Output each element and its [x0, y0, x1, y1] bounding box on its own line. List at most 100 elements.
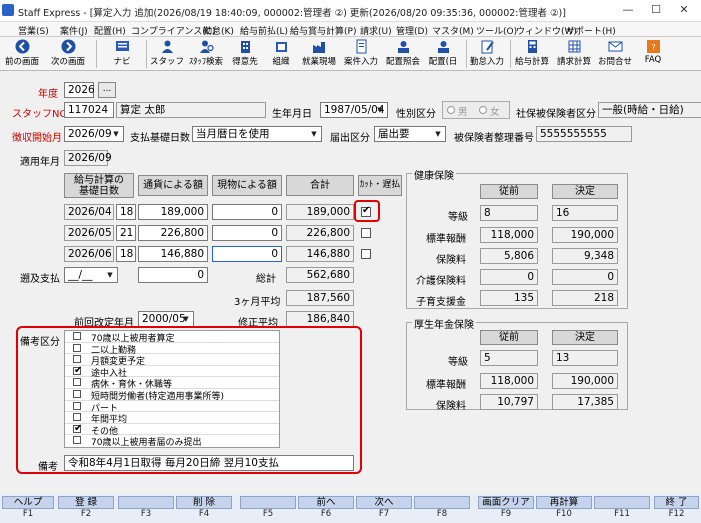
menu-assign[interactable]: 配置(H)	[94, 24, 126, 37]
row1-cut-checkbox[interactable]	[361, 205, 371, 217]
remarks-item[interactable]: 二以上勤務	[65, 343, 279, 356]
f6-prev-button[interactable]: 前へ	[298, 496, 354, 509]
birth-date-select[interactable]: 1987/05/04 ▼	[320, 102, 388, 118]
row3-cash-input[interactable]: 146,880	[138, 246, 208, 262]
year-lookup-button[interactable]: ...	[98, 82, 116, 98]
remarks-item[interactable]: パート	[65, 401, 279, 414]
insured-number-value: 5555555555	[536, 126, 632, 142]
next-screen-button[interactable]: 次の画面	[48, 38, 88, 70]
menu-tools[interactable]: ツール(O)	[476, 24, 517, 37]
f9-clear-button[interactable]: 画面クリア	[478, 496, 534, 509]
basis-days-select[interactable]: 当月暦日を使用 ▼	[192, 126, 322, 142]
apply-month-value: 2026/09	[64, 150, 112, 166]
toolbar-separator	[96, 40, 97, 68]
prev-screen-button[interactable]: 前の画面	[2, 38, 42, 70]
remarks-item[interactable]: その他	[65, 423, 279, 437]
health-premium-after: 9,348	[552, 248, 618, 264]
row2-days-input[interactable]: 21	[116, 225, 136, 241]
case-input-button[interactable]: 案件入力	[342, 38, 380, 70]
start-month-select[interactable]: 2026/09 ▼	[64, 126, 124, 142]
year-input[interactable]: 2026	[64, 82, 95, 98]
remarks-item[interactable]: 月額変更予定	[65, 354, 279, 367]
assign-day-icon	[437, 41, 449, 53]
header-total: 合計	[286, 175, 354, 196]
menu-advance[interactable]: 給与前払(L)	[240, 24, 288, 37]
maximize-button[interactable]: ☐	[645, 3, 667, 19]
row1-kind-input[interactable]: 0	[212, 204, 282, 220]
row2-cash-input[interactable]: 226,800	[138, 225, 208, 241]
f10-recalc-button[interactable]: 再計算	[536, 496, 592, 509]
remarks-checkbox[interactable]	[73, 332, 81, 340]
retro-amount-input[interactable]: 0	[138, 267, 208, 283]
notify-type-select[interactable]: 届出要 ▼	[374, 126, 446, 142]
pension-standard-before: 118,000	[480, 373, 538, 389]
remarks-checkbox[interactable]	[73, 390, 81, 398]
header-cash: 通貨による額	[138, 175, 208, 196]
staff-button[interactable]: スタッフ	[150, 38, 184, 70]
row1-days-input[interactable]: 18	[116, 204, 136, 220]
remarks-item[interactable]: 途中入社	[65, 365, 279, 379]
row1-cash-input[interactable]: 189,000	[138, 204, 208, 220]
site-button[interactable]: 就業現場	[300, 38, 338, 70]
remarks-item[interactable]: 年間平均	[65, 412, 279, 425]
remarks-checkbox[interactable]	[73, 355, 81, 364]
navi-button[interactable]: ナビ	[104, 38, 140, 70]
f12-exit-button[interactable]: 終 了	[654, 496, 699, 509]
remarks-item[interactable]: 短時間労働者(特定適用事業所等)	[65, 389, 279, 402]
health-grade-after: 16	[552, 205, 618, 221]
remarks-item[interactable]: 70歳以上被用者算定	[65, 331, 279, 344]
menu-attendance[interactable]: 勤怠(K)	[203, 24, 234, 37]
menu-support[interactable]: サポート(H)	[566, 24, 616, 37]
remarks-checkbox[interactable]	[73, 423, 82, 434]
staff-no-input[interactable]: 117024	[64, 102, 114, 118]
menu-billing[interactable]: 請求(U)	[360, 24, 392, 37]
retro-date-select[interactable]: __/__ ▼	[64, 267, 118, 283]
gender-female-radio[interactable]	[479, 106, 487, 114]
three-month-average: 187,560	[286, 290, 354, 306]
minimize-button[interactable]: —	[617, 3, 639, 19]
close-button[interactable]: ✕	[673, 3, 695, 19]
remarks-checkbox[interactable]	[73, 413, 81, 422]
row2-cut-checkbox[interactable]	[361, 228, 371, 238]
f8-button[interactable]	[414, 496, 470, 509]
f11-button[interactable]	[594, 496, 650, 509]
client-button[interactable]: 得意先	[228, 38, 262, 70]
remarks-item[interactable]: 病休・育休・休職等	[65, 377, 279, 390]
assign-day-button[interactable]: 配置(日	[424, 38, 462, 70]
staff-search-button[interactable]: ｽﾀｯﾌ検索	[186, 38, 226, 70]
building-icon	[240, 41, 250, 53]
gender-male-radio[interactable]	[447, 106, 455, 114]
health-grade-label: 等級	[448, 212, 468, 223]
remarks-item[interactable]: 70歳以上被用者届のみ提出	[65, 435, 279, 448]
faq-button[interactable]: ? FAQ	[636, 38, 670, 70]
menu-sales[interactable]: 営業(S)	[18, 24, 49, 37]
menu-master[interactable]: マスタ(M)	[432, 24, 474, 37]
f3-button[interactable]	[118, 496, 174, 509]
remarks-checkbox[interactable]	[73, 436, 81, 445]
remarks-checkbox[interactable]	[73, 401, 81, 410]
bill-calc-button[interactable]: 請求計算	[554, 38, 594, 70]
row3-days-input[interactable]: 18	[116, 246, 136, 262]
staff-name: 算定 太郎	[116, 102, 266, 118]
menu-payroll[interactable]: 給与賞与計算(P)	[290, 24, 356, 37]
f7-next-button[interactable]: 次へ	[356, 496, 412, 509]
attendance-input-button[interactable]: 勤怠入力	[468, 38, 506, 70]
pay-calc-button[interactable]: 給与計算	[512, 38, 552, 70]
remarks-checkbox[interactable]	[73, 365, 82, 376]
note-input[interactable]: 令和8年4月1日取得 毎月20日締 翌月10支払	[64, 455, 354, 471]
row3-kind-input[interactable]: 0	[212, 246, 282, 262]
remarks-checkbox[interactable]	[73, 343, 81, 352]
remarks-checkbox[interactable]	[73, 378, 81, 387]
prev-revision-select[interactable]: 2000/05 ▼	[138, 311, 194, 327]
menu-case[interactable]: 案件(J)	[60, 24, 88, 37]
org-button[interactable]: 組織	[266, 38, 296, 70]
assign-view-button[interactable]: 配置照会	[384, 38, 422, 70]
f2-register-button[interactable]: 登 録	[58, 496, 114, 509]
f4-delete-button[interactable]: 削 除	[176, 496, 232, 509]
row3-cut-checkbox[interactable]	[361, 249, 371, 259]
f1-help-button[interactable]: ヘルプ	[2, 496, 54, 509]
row2-kind-input[interactable]: 0	[212, 225, 282, 241]
f5-button[interactable]	[240, 496, 296, 509]
menu-admin[interactable]: 管理(D)	[396, 24, 428, 37]
contact-button[interactable]: お問合せ	[596, 38, 634, 70]
